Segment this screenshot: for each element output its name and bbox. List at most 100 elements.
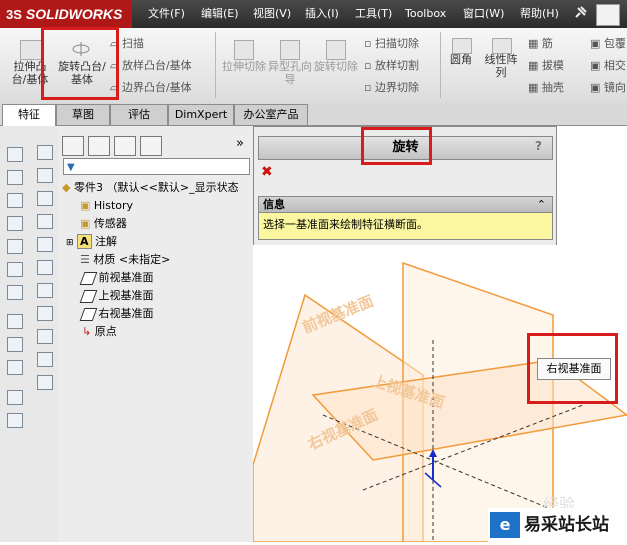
mirror-button[interactable]: ▣ 镜向	[590, 79, 626, 95]
collapse-icon[interactable]: ⌃	[537, 197, 546, 212]
expand-panel-icon[interactable]: »	[236, 136, 244, 151]
tool-icon[interactable]	[37, 283, 53, 298]
tool-icon[interactable]	[37, 375, 53, 390]
menu-view[interactable]: 视图(V)	[253, 0, 291, 28]
draft-button[interactable]: ▦ 拔模	[528, 57, 564, 73]
tool-icon[interactable]	[7, 360, 23, 375]
logo-text: SOLIDWORKS	[25, 6, 123, 22]
solidworks-logo[interactable]: 3S SOLIDWORKS	[0, 0, 132, 28]
tree-item-label: 上视基准面	[98, 289, 154, 302]
pushpin-icon[interactable]	[572, 5, 588, 21]
help-icon[interactable]: ?	[535, 139, 551, 155]
tab-dimxpert[interactable]: DimXpert	[168, 104, 234, 125]
lofted-cut-label: 放样切割	[374, 59, 419, 72]
tree-item-label: 右视基准面	[98, 307, 154, 320]
menu-insert[interactable]: 插入(I)	[305, 0, 339, 28]
filter-icon: ▼	[67, 162, 75, 173]
revolve-cut-button[interactable]: 旋转切除	[314, 60, 358, 73]
tool-icon[interactable]	[7, 147, 23, 162]
tool-icon[interactable]	[7, 239, 23, 254]
menu-edit[interactable]: 编辑(E)	[201, 0, 239, 28]
tool-icon[interactable]	[37, 329, 53, 344]
tool-icon[interactable]	[37, 214, 53, 229]
tree-item-label: 注解	[95, 235, 118, 248]
tool-icon[interactable]	[37, 260, 53, 275]
feature-tree-tab-icon[interactable]	[62, 136, 84, 156]
intersect-label: 相交	[603, 59, 626, 72]
lofted-cut-button[interactable]: ▫ 放样切割	[364, 57, 419, 73]
cancel-icon[interactable]: ✖	[261, 164, 273, 180]
tool-icon[interactable]	[7, 216, 23, 231]
tool-icon[interactable]	[7, 390, 23, 405]
tree-root-label: 零件3 （默认<<默认>_显示状态	[73, 181, 239, 194]
info-section-header[interactable]: 信息 ⌃	[258, 196, 553, 213]
extrude-cut-icon	[234, 40, 254, 60]
menu-tools[interactable]: 工具(T)	[355, 0, 392, 28]
tool-icon[interactable]	[37, 237, 53, 252]
tree-root-part[interactable]: ◆ 零件3 （默认<<默认>_显示状态	[62, 179, 239, 197]
menu-toolbox[interactable]: Toolbox	[405, 0, 446, 28]
boundary-cut-label: 边界切除	[374, 81, 419, 94]
boundary-boss-button[interactable]: ▱ 边界凸台/基体	[110, 79, 192, 95]
tool-icon[interactable]	[7, 314, 23, 329]
tree-item-history[interactable]: ▣ History	[80, 197, 133, 215]
tool-icon[interactable]	[7, 285, 23, 300]
intersect-button[interactable]: ▣ 相交	[590, 57, 626, 73]
tool-icon[interactable]	[7, 413, 23, 428]
tree-item-label: 原点	[94, 325, 117, 338]
menu-help[interactable]: 帮助(H)	[520, 0, 559, 28]
tool-icon[interactable]	[37, 352, 53, 367]
menu-window[interactable]: 窗口(W)	[463, 0, 504, 28]
config-tab-icon[interactable]	[114, 136, 136, 156]
loft-button[interactable]: ▱ 放样凸台/基体	[110, 57, 192, 73]
tree-item-annotations[interactable]: ⊞ A 注解	[66, 233, 117, 251]
tree-item-front-plane[interactable]: 前视基准面	[79, 269, 154, 287]
tool-icon[interactable]	[37, 306, 53, 321]
tree-item-origin[interactable]: ↳ 原点	[82, 323, 117, 341]
highlight-revolve-title	[361, 127, 432, 165]
linear-pattern-button[interactable]: 线性阵列	[480, 53, 522, 79]
tool-icon[interactable]	[37, 145, 53, 160]
boundary-cut-button[interactable]: ▫ 边界切除	[364, 79, 419, 95]
tree-filter-input[interactable]: ▼	[63, 158, 250, 175]
tool-icon[interactable]	[37, 168, 53, 183]
sensor-icon: ▣	[80, 217, 91, 230]
wrap-button[interactable]: ▣ 包覆	[590, 35, 626, 51]
mirror-label: 镜向	[603, 81, 626, 94]
property-tab-icon[interactable]	[88, 136, 110, 156]
tree-item-material[interactable]: ☰ 材质 <未指定>	[80, 251, 170, 269]
tree-item-right-plane[interactable]: 右视基准面	[79, 305, 154, 323]
tab-features[interactable]: 特征	[2, 104, 56, 126]
hole-wizard-button[interactable]: 异型孔向导	[268, 60, 312, 86]
tool-icon[interactable]	[7, 262, 23, 277]
swept-cut-button[interactable]: ▫ 扫描切除	[364, 35, 419, 51]
tool-icon[interactable]	[7, 170, 23, 185]
info-message-text: 选择一基准面来绘制特征横断面。	[263, 218, 428, 231]
ribbon-separator	[215, 32, 216, 98]
expand-plus-icon[interactable]: ⊞	[66, 238, 74, 248]
tool-icon[interactable]	[37, 191, 53, 206]
info-message-box: 选择一基准面来绘制特征横断面。	[258, 212, 553, 240]
shell-button[interactable]: ▦ 抽壳	[528, 79, 564, 95]
tool-icon[interactable]	[7, 337, 23, 352]
sweep-label: 扫描	[121, 37, 144, 50]
new-document-button[interactable]	[596, 4, 620, 26]
tab-evaluate[interactable]: 评估	[110, 104, 168, 125]
tab-office-products[interactable]: 办公室产品	[234, 104, 308, 125]
tree-item-label: 材质 <未指定>	[93, 253, 171, 266]
tree-item-top-plane[interactable]: 上视基准面	[79, 287, 154, 305]
fillet-button[interactable]: 圆角	[446, 53, 476, 66]
menu-file[interactable]: 文件(F)	[148, 0, 185, 28]
shell-label: 抽壳	[541, 81, 564, 94]
origin-icon: ↳	[82, 325, 92, 338]
tree-item-sensors[interactable]: ▣ 传感器	[80, 215, 127, 233]
tree-item-label: History	[93, 199, 134, 212]
rib-button[interactable]: ▦ 筋	[528, 35, 553, 51]
display-tab-icon[interactable]	[140, 136, 162, 156]
tool-icon[interactable]	[7, 193, 23, 208]
tab-sketch[interactable]: 草图	[56, 104, 110, 125]
tree-item-label: 前视基准面	[98, 271, 154, 284]
annotation-icon: A	[77, 234, 92, 249]
highlight-revolve-boss	[41, 27, 119, 100]
extrude-cut-button[interactable]: 拉伸切除	[222, 60, 266, 73]
